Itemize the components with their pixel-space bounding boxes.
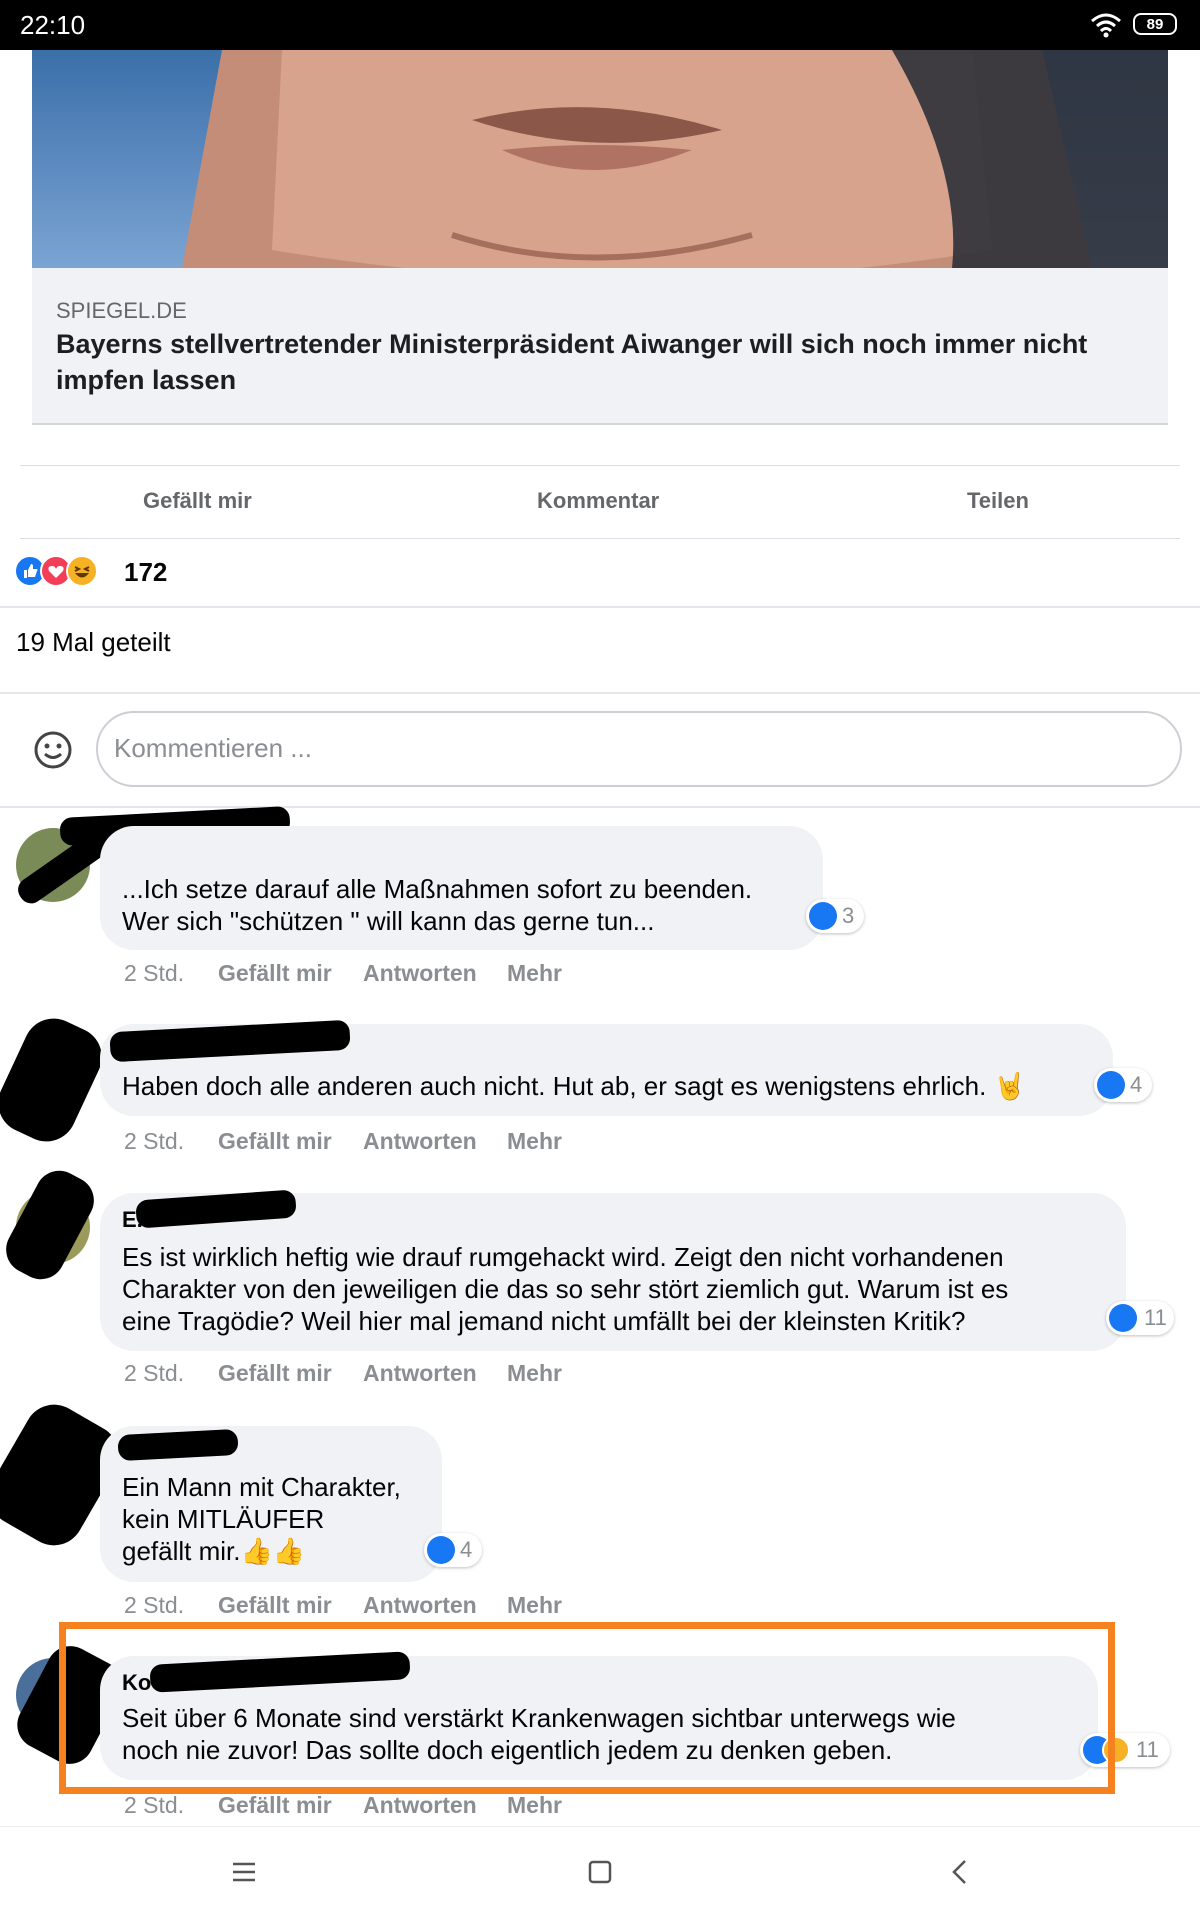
like-icon [1109,1304,1137,1332]
like-button[interactable]: Gefällt mir [143,488,252,514]
photo-face [182,50,1168,268]
wifi-icon [1091,13,1121,38]
link-preview-card[interactable]: SPIEGEL.DE Bayerns stellvertretender Min… [32,268,1168,425]
comment-reaction-pill[interactable]: 3 [806,899,864,933]
emoji-icon[interactable] [34,731,72,769]
comment-time: 2 Std. [124,1128,185,1154]
back-icon[interactable] [950,1859,968,1885]
battery-icon: 89 [1133,13,1177,35]
highlight-box [59,1622,1115,1794]
reaction-count: 3 [842,903,855,928]
comment-more-button[interactable]: Mehr [507,960,562,987]
home-icon[interactable] [588,1860,612,1884]
comment-time: 2 Std. [124,1592,185,1618]
divider [0,692,1200,694]
status-time: 22:10 [20,10,86,40]
comment-time: 2 Std. [124,1792,185,1818]
comment-reply-button[interactable]: Antworten [363,1128,477,1155]
comment-like-button[interactable]: Gefällt mir [218,960,332,987]
comment-text: Es ist wirklich heftig wie drauf rumgeha… [122,1242,1009,1336]
comment-time: 2 Std. [124,960,185,986]
comment-more-button[interactable]: Mehr [507,1360,562,1387]
comment-placeholder: Kommentieren ... [114,733,312,763]
comment-like-button[interactable]: Gefällt mir [218,1592,332,1619]
comment-like-button[interactable]: Gefällt mir [218,1792,332,1819]
status-bar: 22:10 89 [0,0,1200,50]
reaction-count: 4 [1130,1072,1143,1097]
comment-reaction-pill[interactable]: 4 [424,1533,482,1567]
comment-bubble: ...Ich setze darauf alle Maßnahmen sofor… [100,826,823,950]
system-nav-bar [0,1826,1200,1921]
comment-text: Ein Mann mit Charakter, kein MITLÄUFER g… [122,1472,401,1566]
share-button[interactable]: Teilen [967,488,1029,514]
link-title: Bayerns stellvertretender Ministerpräsid… [56,329,1088,395]
comment-reply-button[interactable]: Antworten [363,1792,477,1819]
comment-more-button[interactable]: Mehr [507,1592,562,1619]
reaction-count: 172 [124,557,168,587]
reaction-count: 11 [1136,1737,1159,1762]
comment-button[interactable]: Kommentar [537,488,659,514]
menu-icon[interactable] [232,1861,256,1883]
haha-icon [66,555,98,587]
comment-text: Haben doch alle anderen auch nicht. Hut … [122,1071,1026,1101]
reaction-count: 11 [1144,1305,1167,1330]
comment-input[interactable]: Kommentieren ... [96,711,1182,787]
comment-reaction-pill[interactable]: 4 [1094,1068,1152,1102]
comment-reaction-pill[interactable]: 11 [1106,1301,1174,1335]
like-icon [809,902,837,930]
comment-text: ...Ich setze darauf alle Maßnahmen sofor… [122,874,753,936]
comment-like-button[interactable]: Gefällt mir [218,1360,332,1387]
reaction-count: 4 [460,1537,473,1562]
comment-more-button[interactable]: Mehr [507,1792,562,1819]
divider [0,606,1200,608]
like-icon [1097,1071,1125,1099]
comment-more-button[interactable]: Mehr [507,1128,562,1155]
comment-reply-button[interactable]: Antworten [363,960,477,987]
share-count[interactable]: 19 Mal geteilt [16,627,171,658]
redaction [0,1008,112,1152]
like-icon [427,1536,455,1564]
divider [0,806,1200,808]
comment-time: 2 Std. [124,1360,185,1386]
post-action-bar: Gefällt mir Kommentar Teilen [20,465,1180,539]
link-domain: SPIEGEL.DE [56,298,187,323]
link-preview-image[interactable] [32,50,1168,268]
comment-reply-button[interactable]: Antworten [363,1360,477,1387]
comment-like-button[interactable]: Gefällt mir [218,1128,332,1155]
comment-reply-button[interactable]: Antworten [363,1592,477,1619]
